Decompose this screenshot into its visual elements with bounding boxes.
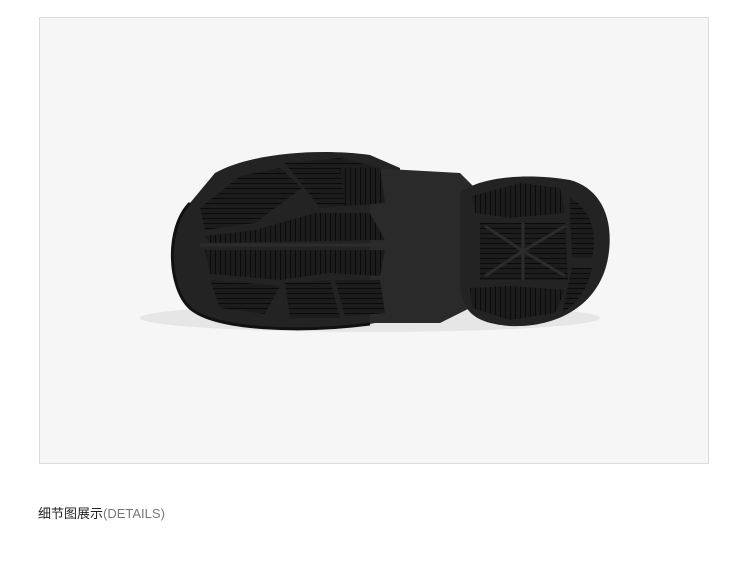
section-caption: 细节图展示(DETAILS)	[38, 503, 165, 522]
caption-title-en: (DETAILS)	[103, 506, 165, 521]
caption-title-cn: 细节图展示	[38, 507, 104, 522]
shoe-sole-image	[140, 152, 610, 332]
product-photo-frame	[39, 17, 709, 464]
